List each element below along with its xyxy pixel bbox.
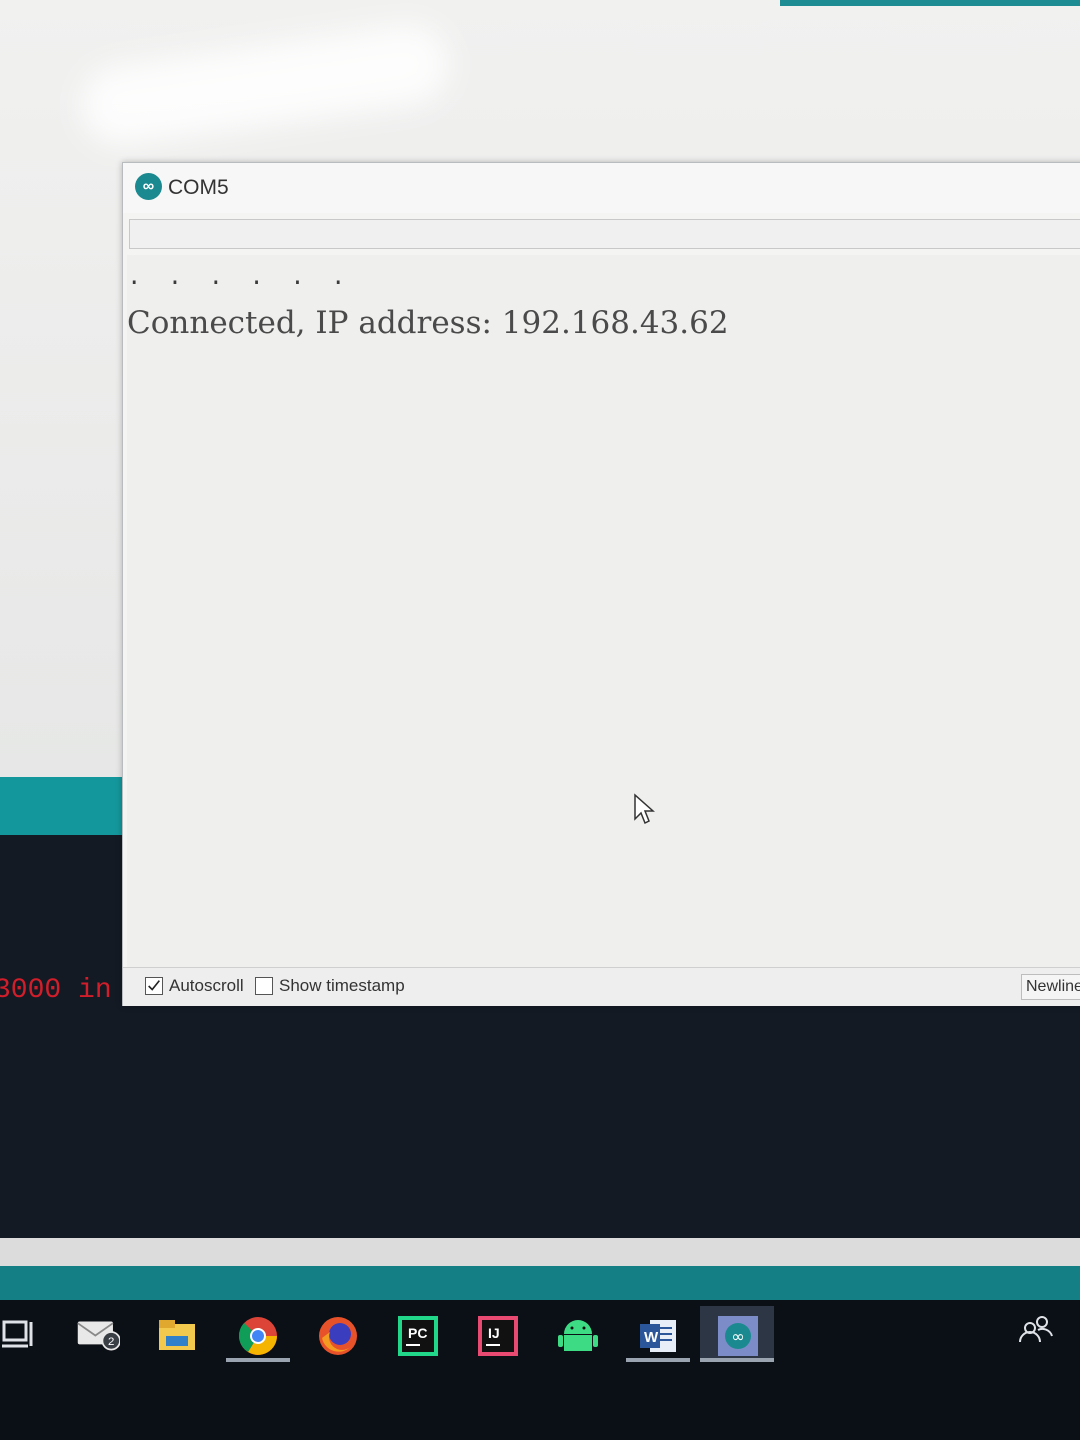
serial-output: . . . . . . Connected, IP address: 192.1… xyxy=(127,255,1080,967)
send-input[interactable] xyxy=(129,219,1080,249)
file-explorer-icon[interactable] xyxy=(156,1314,200,1358)
ide-scroll-strip xyxy=(0,1238,1080,1268)
android-studio-icon[interactable] xyxy=(556,1314,600,1358)
arduino-logo-icon: ∞ xyxy=(135,173,162,200)
checkmark-icon xyxy=(148,980,160,991)
ide-footer-band xyxy=(0,1266,1080,1300)
word-active-indicator xyxy=(626,1358,690,1362)
svg-text:∞: ∞ xyxy=(731,1327,744,1346)
mouse-pointer-icon xyxy=(634,793,655,825)
svg-text:IJ: IJ xyxy=(488,1325,500,1341)
firefox-icon[interactable] xyxy=(316,1314,360,1358)
intellij-icon[interactable]: IJ xyxy=(476,1314,520,1358)
line-ending-select[interactable]: Newline xyxy=(1021,974,1080,1000)
window-title: COM5 xyxy=(168,176,229,199)
autoscroll-label: Autoscroll xyxy=(169,976,244,995)
task-view-icon[interactable] xyxy=(0,1312,44,1356)
word-icon[interactable]: W xyxy=(636,1314,680,1358)
mail-icon[interactable]: 2 xyxy=(76,1310,120,1354)
svg-text:PC: PC xyxy=(408,1325,427,1341)
autoscroll-checkbox[interactable] xyxy=(145,977,163,995)
ide-top-edge xyxy=(780,0,1080,6)
output-line: . . . . . . xyxy=(127,265,352,292)
chrome-icon[interactable] xyxy=(236,1314,280,1358)
chrome-active-indicator xyxy=(226,1358,290,1362)
show-timestamp-label: Show timestamp xyxy=(279,976,405,995)
serial-monitor-window: ∞ COM5 . . . . . . Connected, IP address… xyxy=(122,162,1080,1006)
people-icon[interactable] xyxy=(1014,1310,1058,1354)
show-timestamp-checkbox[interactable] xyxy=(255,977,273,995)
taskbar: 2 PC IJ W ∞ xyxy=(0,1300,1080,1440)
svg-text:W: W xyxy=(644,1329,659,1346)
output-line: Connected, IP address: 192.168.43.62 xyxy=(127,305,729,341)
title-bar[interactable]: ∞ COM5 xyxy=(123,163,1080,213)
pycharm-icon[interactable]: PC xyxy=(396,1314,440,1358)
arduino-icon[interactable]: ∞ xyxy=(716,1314,760,1358)
arduino-active-indicator xyxy=(700,1358,774,1362)
mail-badge: 2 xyxy=(108,1336,114,1348)
monitor-options-bar: Autoscroll Show timestamp Newline xyxy=(123,967,1080,1006)
